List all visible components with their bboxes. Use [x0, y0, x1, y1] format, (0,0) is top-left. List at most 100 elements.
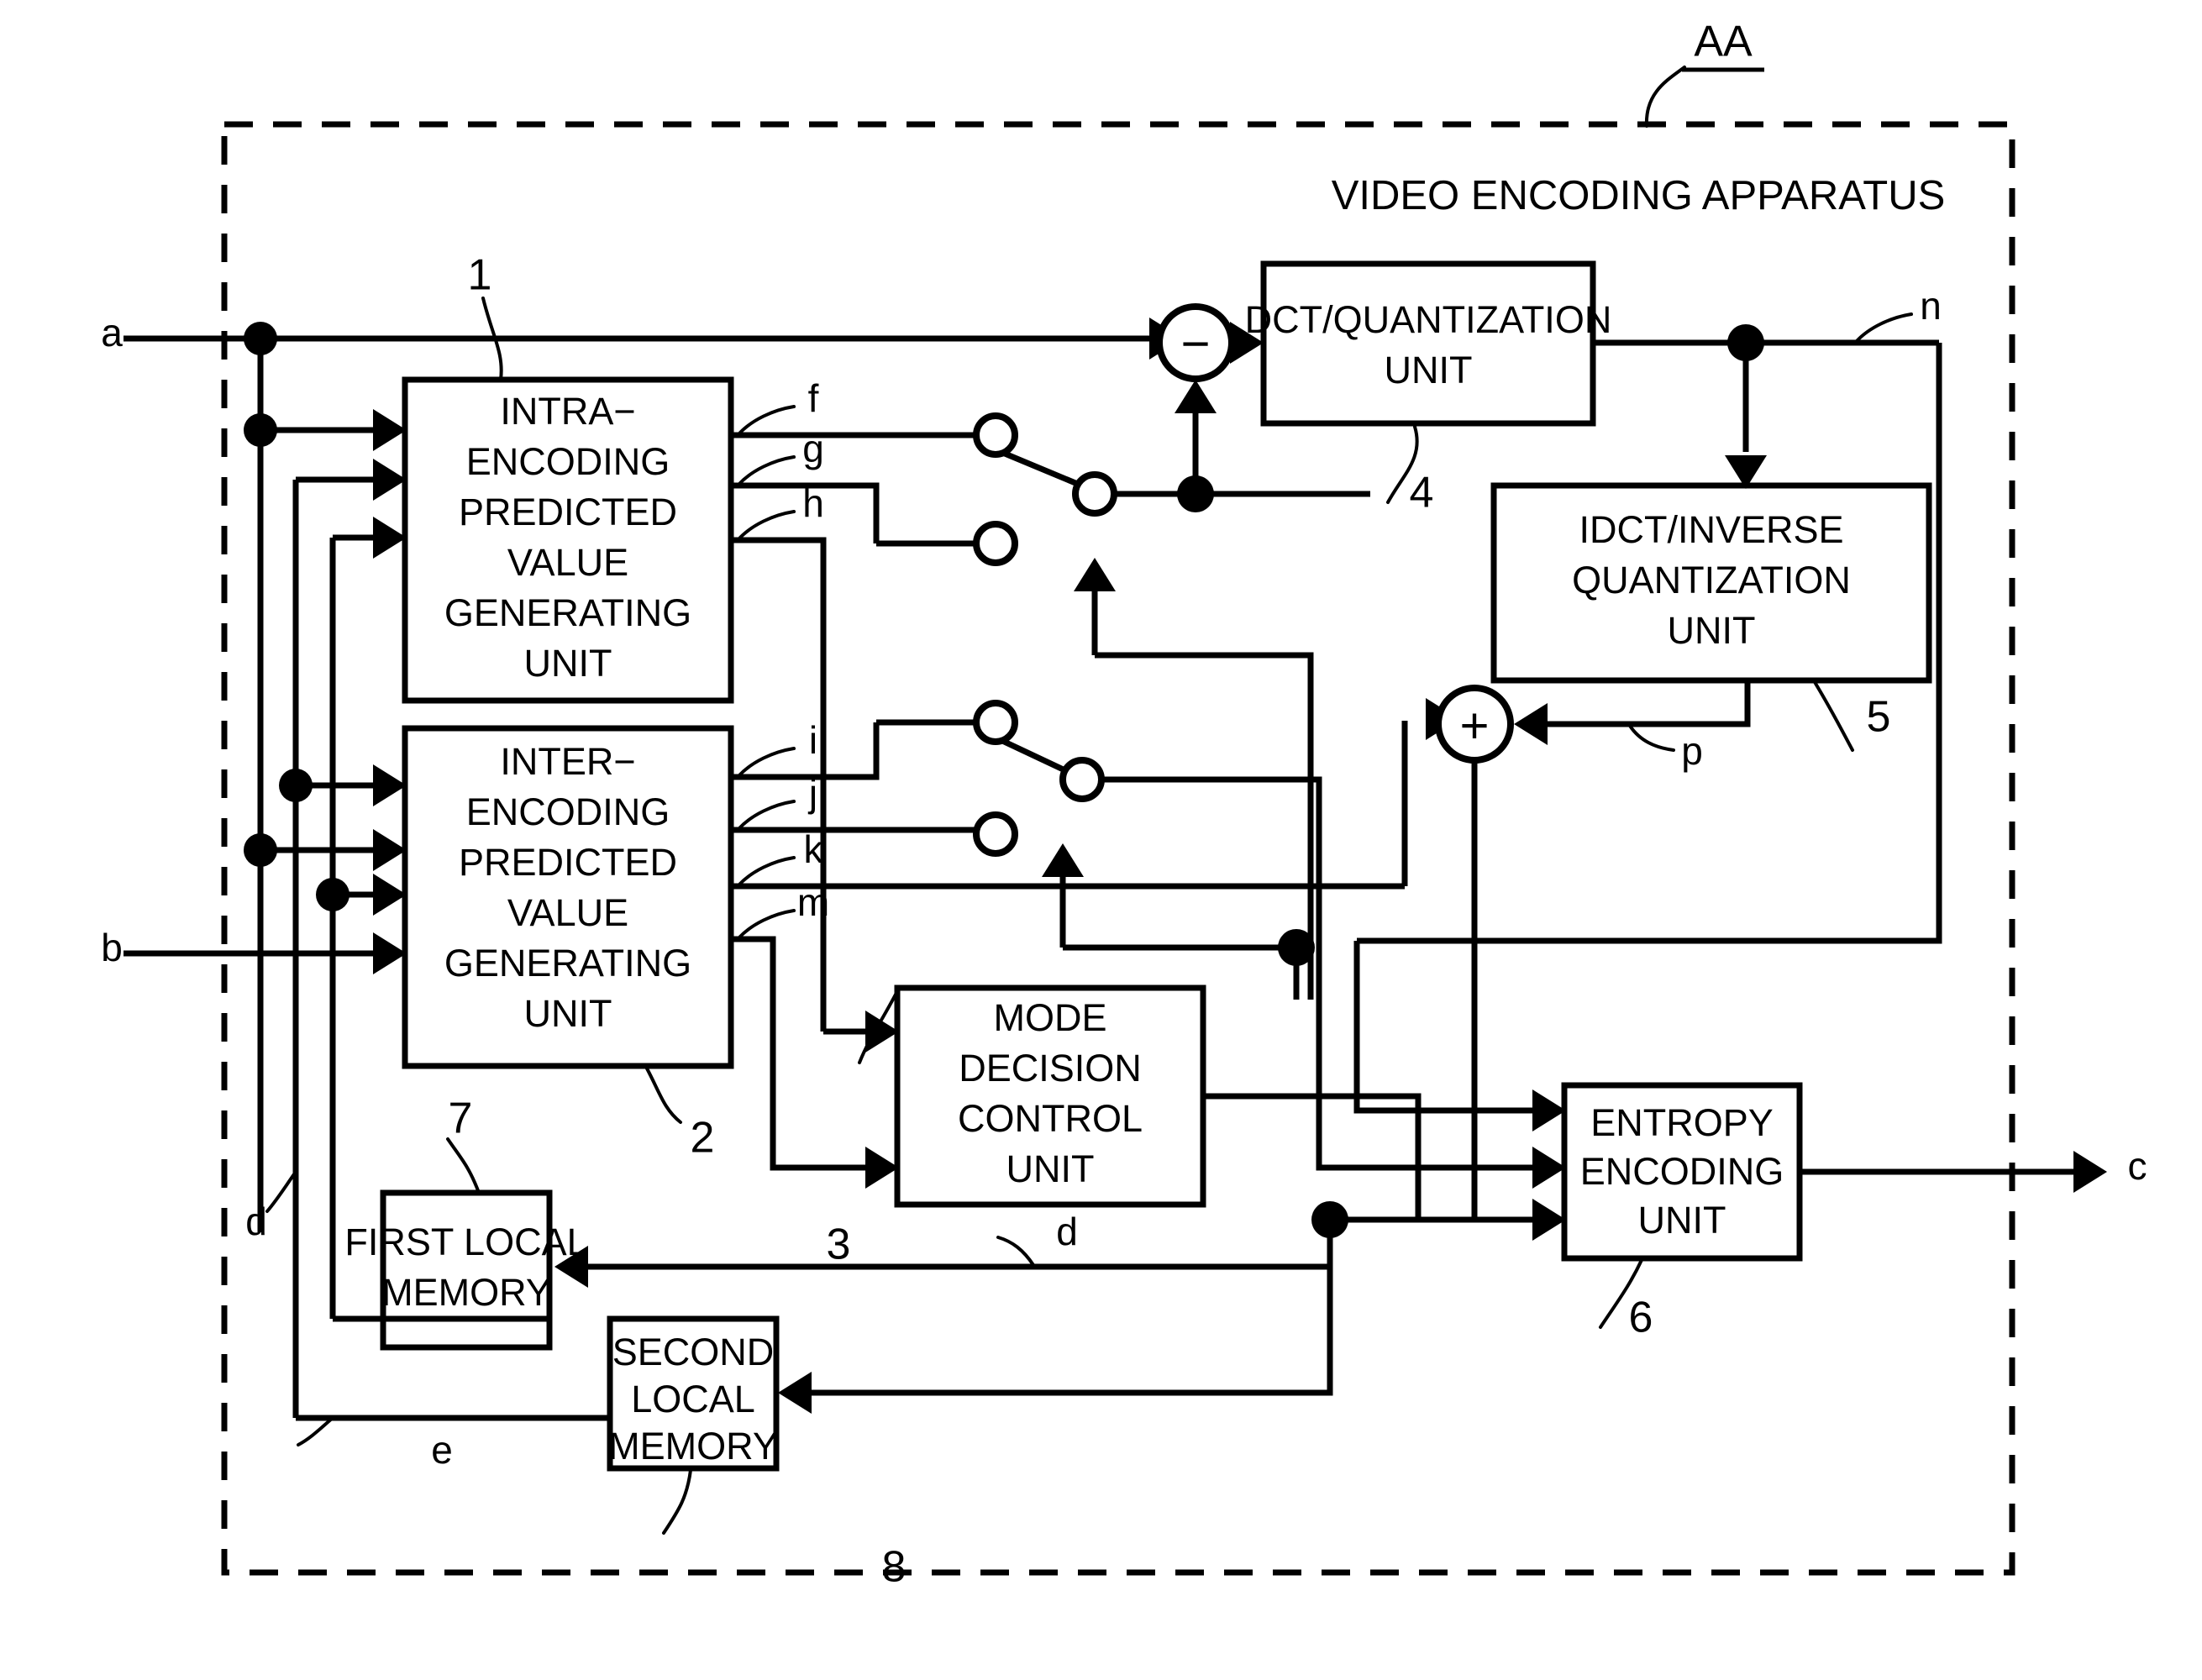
arrow-a-into-inter: [373, 829, 407, 871]
switch2-terminal-common[interactable]: [1059, 757, 1105, 802]
arrow-e-into-inter: [373, 764, 407, 806]
block-mode-label-1: DECISION: [959, 1047, 1142, 1089]
signal-label-c: c: [2128, 1144, 2147, 1188]
arrow-sw2-into-entropy-mid: [1532, 1147, 1566, 1189]
signal-label-b: b: [101, 926, 123, 969]
signal-label-j: j: [807, 771, 817, 815]
block-mem2-label-1: LOCAL: [631, 1378, 755, 1420]
leader-sig-i: [738, 747, 796, 777]
switch1-terminal-common[interactable]: [1072, 471, 1117, 517]
leader-sig-d-mid: [996, 1236, 1035, 1267]
ref-numeral-8: 8: [882, 1543, 907, 1592]
wire-mode-out: [1203, 1093, 1422, 1220]
arrow-d-into-inter: [373, 874, 407, 916]
signal-label-p: p: [1681, 729, 1703, 773]
signal-label-i: i: [809, 718, 817, 762]
signal-label-d-mid: d: [1056, 1210, 1078, 1253]
block-mem2-label-0: SECOND: [612, 1331, 775, 1373]
block-inter-label-5: UNIT: [524, 992, 612, 1035]
switch1-terminal-top[interactable]: [973, 412, 1018, 458]
switch1-terminal-lower[interactable]: [973, 521, 1018, 566]
junction-dot-a3: [244, 833, 277, 867]
arrow-e-into-intra: [373, 459, 407, 501]
block-mem2-label-2: MEMORY: [608, 1425, 778, 1467]
signal-label-h: h: [802, 481, 824, 525]
arrow-b-into-inter: [373, 932, 407, 974]
leader-sig-n: [1855, 312, 1913, 343]
ref-numeral-6: 6: [1629, 1294, 1653, 1342]
block-idct-label-1: QUANTIZATION: [1572, 559, 1851, 601]
leader-sig-m: [738, 909, 796, 939]
wire-m: [731, 936, 867, 1171]
leader-sig-p: [1628, 724, 1675, 752]
aa-leader-line: [1644, 66, 1686, 128]
junction-dot-a2: [244, 413, 277, 447]
block-idct-label-0: IDCT/INVERSE: [1579, 508, 1843, 551]
signal-label-f: f: [808, 376, 819, 420]
leader-sig-e: [297, 1416, 334, 1446]
arrow-out-c: [2073, 1151, 2107, 1193]
block-inter-label-0: INTER−: [500, 740, 635, 783]
leader-ref-7: [446, 1137, 481, 1194]
ref-numeral-3: 3: [827, 1221, 851, 1269]
block-mem1-label-0: FIRST LOCAL: [344, 1221, 587, 1263]
block-intra-label-3: VALUE: [507, 541, 628, 584]
add-symbol: +: [1459, 698, 1489, 754]
block-inter-label-1: ENCODING: [466, 790, 670, 833]
leader-sig-h: [738, 510, 796, 540]
figure-canvas: − + AA VIDEO ENCODING APPARATUS INTRA− E…: [0, 0, 2202, 1680]
block-diagram-svg: − + AA VIDEO ENCODING APPARATUS INTRA− E…: [101, 18, 2147, 1592]
arrow-modectrl-into-sw1: [1074, 558, 1116, 591]
junction-dot-d1: [316, 878, 349, 911]
junction-dot-e1: [279, 769, 313, 802]
wire-n-to-entropy: [1353, 941, 1533, 1114]
signal-label-a: a: [101, 311, 123, 354]
arrow-modectrl-into-sw2: [1042, 843, 1084, 877]
ref-numeral-4: 4: [1410, 469, 1434, 517]
arrow-mode-into-entropy-bottom: [1532, 1199, 1566, 1241]
signal-label-k: k: [804, 827, 824, 871]
apparatus-title-label: VIDEO ENCODING APPARATUS: [1332, 173, 1946, 218]
ref-numeral-7: 7: [449, 1095, 473, 1143]
wire-idct-out: [1546, 680, 1751, 727]
leader-ref-2: [645, 1067, 682, 1124]
signal-label-m: m: [797, 880, 829, 924]
switch2-terminal-top[interactable]: [973, 700, 1018, 745]
arrow-n-into-entropy-top: [1532, 1089, 1566, 1131]
block-idct-label-2: UNIT: [1668, 609, 1756, 652]
block-mode-label-0: MODE: [994, 996, 1107, 1039]
subtract-symbol: −: [1180, 316, 1210, 372]
leader-sig-g: [738, 455, 796, 486]
block-inter-label-2: PREDICTED: [459, 841, 677, 884]
apparatus-tag-label: AA: [1694, 18, 1753, 66]
block-intra-label-4: GENERATING: [444, 591, 691, 634]
block-intra-label-1: ENCODING: [466, 440, 670, 483]
leader-ref-3: [858, 990, 899, 1064]
block-dct-quantization[interactable]: [1260, 260, 1596, 427]
leader-sig-j: [738, 800, 796, 830]
block-intra-label-0: INTRA−: [500, 390, 635, 433]
signal-label-g: g: [802, 427, 824, 470]
arrow-a-into-intra: [373, 409, 407, 451]
signal-label-n: n: [1920, 284, 1942, 328]
ref-numeral-1: 1: [468, 251, 492, 300]
block-entropy-label-0: ENTROPY: [1590, 1101, 1774, 1144]
block-mem1-label-1: MEMORY: [381, 1271, 551, 1314]
block-entropy-label-1: ENCODING: [1580, 1150, 1784, 1193]
block-dct-label-1: UNIT: [1385, 349, 1473, 391]
arrow-d-into-intra: [373, 517, 407, 559]
arrow-p-into-adder: [1514, 703, 1548, 745]
block-intra-label-2: PREDICTED: [459, 491, 677, 533]
leader-sig-d-left: [265, 1170, 297, 1213]
arrow-m-into-mode: [865, 1147, 899, 1189]
leader-sig-f: [738, 405, 796, 435]
junction-dot-a1: [244, 322, 277, 355]
arrow-into-mem2: [778, 1372, 812, 1414]
block-entropy-label-2: UNIT: [1638, 1199, 1726, 1242]
block-mode-label-2: CONTROL: [958, 1097, 1143, 1140]
signal-label-d-left: d: [245, 1200, 267, 1243]
leader-ref-5: [1813, 680, 1854, 752]
leader-ref-8: [662, 1468, 692, 1535]
block-mode-label-3: UNIT: [1006, 1147, 1095, 1190]
switch2-terminal-lower[interactable]: [973, 811, 1018, 857]
